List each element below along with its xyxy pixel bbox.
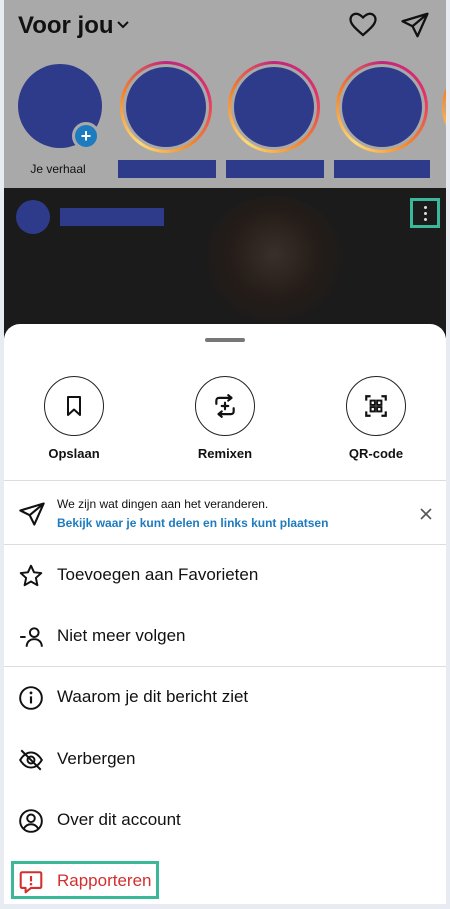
avatar[interactable] [16, 200, 50, 234]
feed-title[interactable]: Voor jou [18, 12, 114, 40]
why-seeing-label: Waarom je dit bericht ziet [57, 687, 249, 706]
add-to-favorites-label: Toevoegen aan Favorieten [57, 565, 259, 584]
qr-code-button[interactable]: QR-code [321, 376, 431, 461]
chevron-down-icon[interactable] [116, 18, 130, 32]
options-sheet: Opslaan Remixen QR-code We zijn wat ding… [4, 324, 446, 904]
story-name-redacted [118, 160, 216, 178]
unfollow-icon [20, 627, 43, 647]
add-story-button[interactable]: + [72, 122, 100, 150]
post-image [204, 196, 344, 326]
report-highlight [11, 861, 159, 899]
close-icon[interactable] [418, 506, 434, 522]
account-icon [19, 809, 43, 833]
change-notice: We zijn wat dingen aan het veranderen. B… [4, 484, 446, 544]
qr-code-icon [365, 395, 387, 417]
info-icon [19, 686, 43, 710]
remix-button[interactable]: Remixen [170, 376, 280, 461]
about-account-label: Over dit account [57, 810, 181, 829]
save-label: Opslaan [48, 446, 100, 461]
remix-label: Remixen [197, 446, 253, 461]
hide-item[interactable]: Verbergen [4, 732, 446, 788]
star-icon [19, 564, 43, 587]
story-item[interactable] [228, 61, 320, 153]
screen: Voor jou + Je verhaal Opslaan Remixen QR… [4, 0, 446, 904]
divider [4, 544, 446, 545]
bookmark-icon [67, 396, 81, 416]
send-icon[interactable] [400, 10, 430, 40]
avatar [126, 67, 206, 147]
post-username-redacted[interactable] [60, 208, 164, 226]
remix-icon [215, 394, 235, 418]
story-name-redacted [334, 160, 430, 178]
heart-icon[interactable] [348, 10, 378, 40]
more-options-button[interactable] [410, 198, 440, 228]
unfollow-label: Niet meer volgen [57, 626, 186, 645]
avatar [234, 67, 314, 147]
about-account-item[interactable]: Over dit account [4, 793, 446, 849]
eye-off-icon [19, 749, 43, 771]
top-bar: Voor jou [4, 0, 446, 60]
story-item[interactable] [120, 61, 212, 153]
avatar [342, 67, 422, 147]
add-to-favorites-item[interactable]: Toevoegen aan Favorieten [4, 548, 446, 604]
unfollow-item[interactable]: Niet meer volgen [4, 609, 446, 665]
divider [4, 666, 446, 667]
divider [4, 480, 446, 481]
drag-handle[interactable] [205, 338, 245, 342]
notice-link[interactable]: Bekijk waar je kunt delen en links kunt … [57, 516, 328, 530]
own-story-label: Je verhaal [30, 162, 86, 176]
save-button[interactable]: Opslaan [19, 376, 129, 461]
story-name-redacted [226, 160, 324, 178]
qr-code-label: QR-code [348, 446, 404, 461]
why-seeing-item[interactable]: Waarom je dit bericht ziet [4, 670, 446, 726]
story-item[interactable] [442, 61, 446, 153]
hide-label: Verbergen [57, 749, 136, 768]
notice-title: We zijn wat dingen aan het veranderen. [57, 497, 269, 511]
story-item[interactable] [336, 61, 428, 153]
send-icon [19, 502, 45, 526]
post [4, 188, 446, 338]
